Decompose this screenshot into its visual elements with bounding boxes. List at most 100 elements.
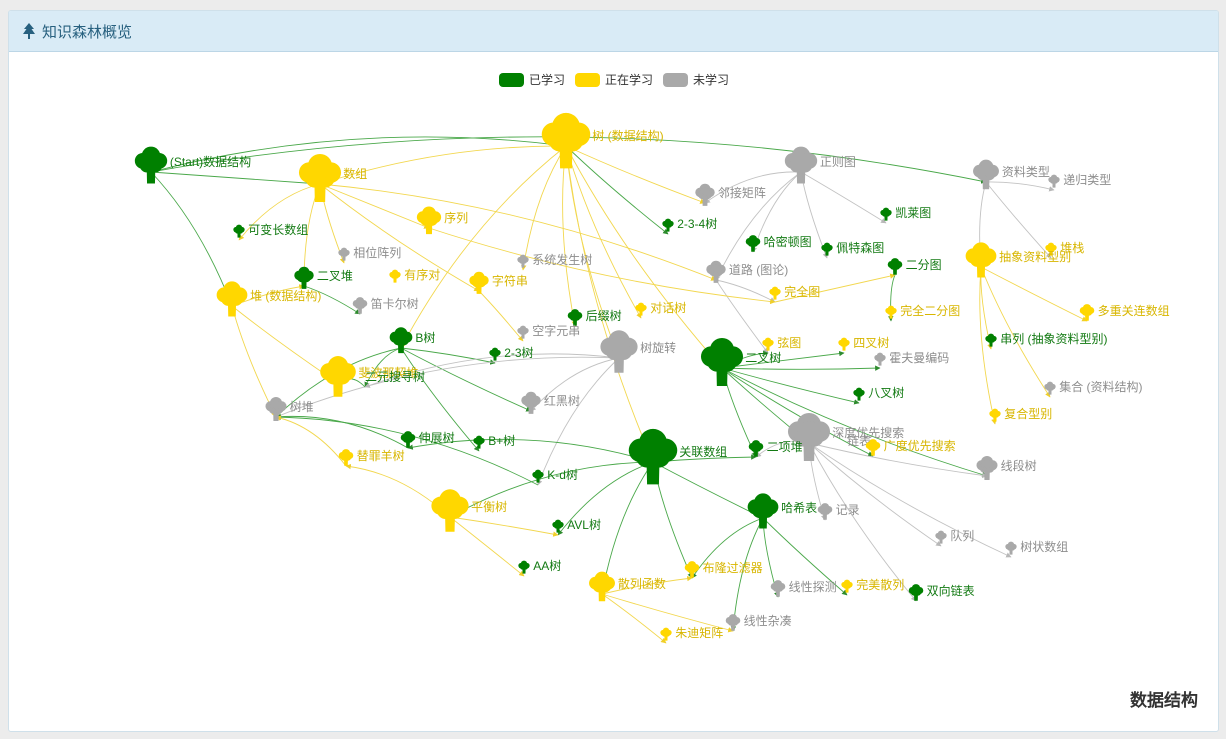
node-splay[interactable]: 伸展树 bbox=[400, 430, 455, 448]
tree-icon bbox=[600, 330, 638, 373]
node-sequence_adt[interactable]: 串列 (抽象资料型别) bbox=[985, 332, 1108, 347]
node-btree[interactable]: B树 bbox=[389, 327, 436, 354]
node-avl[interactable]: AVL树 bbox=[552, 517, 601, 533]
node-bipartite[interactable]: 二分图 bbox=[887, 258, 942, 275]
node-label: 平衡树 bbox=[471, 499, 507, 514]
tree-icon bbox=[431, 489, 469, 532]
node-var_array[interactable]: 可变长数组 bbox=[233, 222, 308, 238]
node-label: 二叉堆 bbox=[317, 269, 353, 283]
node-perfect_hash[interactable]: 完美散列 bbox=[841, 577, 904, 593]
tree-icon bbox=[695, 183, 715, 206]
node-compound_type[interactable]: 复合型别 bbox=[989, 406, 1052, 422]
tree-icon bbox=[216, 281, 248, 317]
node-binary_heap[interactable]: 二叉堆 bbox=[294, 266, 353, 289]
node-hamilton[interactable]: 哈密顿图 bbox=[745, 234, 812, 252]
node-quad_tree[interactable]: 四叉树 bbox=[838, 335, 889, 351]
node-suffix_tree[interactable]: 后缀树 bbox=[567, 308, 622, 326]
node-bfs[interactable]: 广度优先搜索 bbox=[865, 438, 956, 456]
tree-icon bbox=[748, 440, 764, 457]
node-ordered_pair[interactable]: 有序对 bbox=[389, 267, 440, 283]
node-rb_tree[interactable]: 红黑树 bbox=[521, 391, 580, 414]
node-data_type[interactable]: 资料类型 bbox=[973, 159, 1050, 190]
tree-icon bbox=[880, 207, 892, 221]
tree-icon bbox=[1048, 174, 1060, 188]
tree-icon bbox=[1005, 541, 1017, 555]
node-aa_tree[interactable]: AA树 bbox=[518, 558, 561, 574]
node-bloom[interactable]: 布隆过滤器 bbox=[684, 560, 763, 578]
node-multimap[interactable]: 多重关连数组 bbox=[1079, 303, 1170, 321]
node-petersen[interactable]: 佩特森图 bbox=[821, 240, 884, 256]
node-bplus[interactable]: B+树 bbox=[473, 433, 515, 449]
node-complete_bipartite[interactable]: 完全二分图 bbox=[885, 303, 960, 319]
tree-icon bbox=[589, 571, 615, 602]
edge-array-to-sequence bbox=[319, 183, 430, 229]
node-linear_chain[interactable]: 线性杂凑 bbox=[725, 614, 792, 631]
node-set_ds[interactable]: 集合 (资料结构) bbox=[1044, 379, 1143, 395]
node-segment_tree[interactable]: 线段树 bbox=[976, 455, 1037, 481]
tree-icon bbox=[134, 146, 168, 184]
tree-icon bbox=[841, 579, 853, 593]
node-t234[interactable]: 2-3-4树 bbox=[662, 216, 717, 232]
node-label: 四叉树 bbox=[853, 335, 889, 350]
node-kaley[interactable]: 凯莱图 bbox=[880, 206, 931, 221]
forest-graph[interactable]: (Start)数据结构 树 (数据结构) 数组 正则图 资料类型 递归类型 邻接矩阵 凯莱图 2… bbox=[9, 52, 1218, 731]
node-t23[interactable]: 2-3树 bbox=[489, 345, 534, 361]
legend-item-unlearned[interactable]: 未学习 bbox=[663, 71, 729, 88]
node-treap[interactable]: 替罪羊树 bbox=[338, 448, 405, 466]
node-path[interactable]: 弦图 bbox=[762, 335, 801, 351]
edge-binary_tree-to-huffman bbox=[721, 365, 881, 371]
node-cartesian[interactable]: 笛卡尔树 bbox=[352, 296, 419, 314]
panel-title: 知识森林概览 bbox=[42, 23, 133, 41]
node-complete_graph[interactable]: 完全图 bbox=[769, 284, 820, 300]
node-hash_fn[interactable]: 散列函数 bbox=[589, 571, 666, 602]
tree-icon bbox=[294, 266, 314, 289]
node-binomial_heap[interactable]: 二项堆 bbox=[748, 440, 803, 457]
tree-icon bbox=[684, 561, 700, 578]
node-layer[interactable]: (Start)数据结构 树 (数据结构) 数组 正则图资料类型递归类型邻接矩阵凯莱图 2… bbox=[134, 112, 1170, 641]
edge-treap-to-heap_tree bbox=[275, 415, 347, 467]
edge-tree-to-syntax_tree bbox=[521, 145, 567, 271]
node-empty_string[interactable]: 空字元串 bbox=[517, 323, 580, 339]
legend-item-learned[interactable]: 已学习 bbox=[499, 71, 565, 88]
node-kd_tree[interactable]: K-d树 bbox=[532, 467, 578, 483]
legend-item-learning[interactable]: 正在学习 bbox=[575, 71, 653, 88]
node-hash_table[interactable]: 哈希表 bbox=[747, 493, 817, 529]
node-label: 二叉树 bbox=[745, 350, 781, 365]
edge-splay-to-heap_tree bbox=[275, 413, 409, 449]
edge-adt-to-multimap bbox=[980, 266, 1088, 322]
node-start[interactable]: (Start)数据结构 bbox=[134, 146, 251, 184]
forest-graph-svg[interactable]: (Start)数据结构 树 (数据结构) 数组 正则图资料类型递归类型邻接矩阵凯莱图 2… bbox=[9, 52, 1218, 731]
node-octree[interactable]: 八叉树 bbox=[853, 385, 904, 401]
node-label: 朱迪矩阵 bbox=[675, 626, 723, 640]
node-queue[interactable]: 队列 bbox=[935, 528, 974, 544]
node-sequence[interactable]: 序列 bbox=[416, 206, 468, 235]
node-assoc_array[interactable]: 关联数组 bbox=[628, 428, 728, 485]
node-syntax_tree[interactable]: 系统发生树 bbox=[517, 252, 592, 268]
node-tree[interactable]: 树 (数据结构) bbox=[541, 112, 664, 169]
node-label: 对话树 bbox=[650, 300, 686, 315]
node-fenwick[interactable]: 树状数组 bbox=[1005, 539, 1068, 555]
edge-tree-to-btree bbox=[400, 145, 567, 349]
edge-string-to-empty_string bbox=[478, 290, 524, 342]
node-label: 双向链表 bbox=[927, 583, 975, 598]
node-adj_matrix[interactable]: 邻接矩阵 bbox=[695, 183, 766, 206]
edge-binary_tree-to-octree bbox=[721, 367, 860, 405]
node-recursive_type[interactable]: 递归类型 bbox=[1048, 173, 1111, 188]
node-bst[interactable]: 二元搜寻树 bbox=[365, 369, 425, 384]
node-dialog_tree[interactable]: 对话树 bbox=[635, 300, 686, 316]
node-path_graph[interactable]: 道路 (图论) bbox=[706, 260, 788, 283]
tree-icon bbox=[1079, 304, 1095, 321]
node-sparse_matrix[interactable]: 朱迪矩阵 bbox=[660, 626, 723, 641]
node-doubly_linked[interactable]: 双向链表 bbox=[908, 583, 975, 601]
tree-icon bbox=[1044, 381, 1056, 395]
node-string[interactable]: 字符串 bbox=[469, 271, 528, 294]
node-label: B+树 bbox=[488, 433, 515, 448]
node-label: 多重关连数组 bbox=[1098, 303, 1170, 318]
node-record[interactable]: 记录 bbox=[817, 503, 860, 520]
node-label: 记录 bbox=[836, 503, 860, 517]
node-array[interactable]: 数组 bbox=[298, 153, 367, 203]
node-huffman[interactable]: 霍夫曼编码 bbox=[874, 350, 949, 366]
node-linear_probe[interactable]: 线性探测 bbox=[770, 580, 837, 597]
edge-tree_rotation-to-kd_tree bbox=[537, 357, 620, 486]
node-phase_array[interactable]: 相位阵列 bbox=[338, 245, 401, 261]
